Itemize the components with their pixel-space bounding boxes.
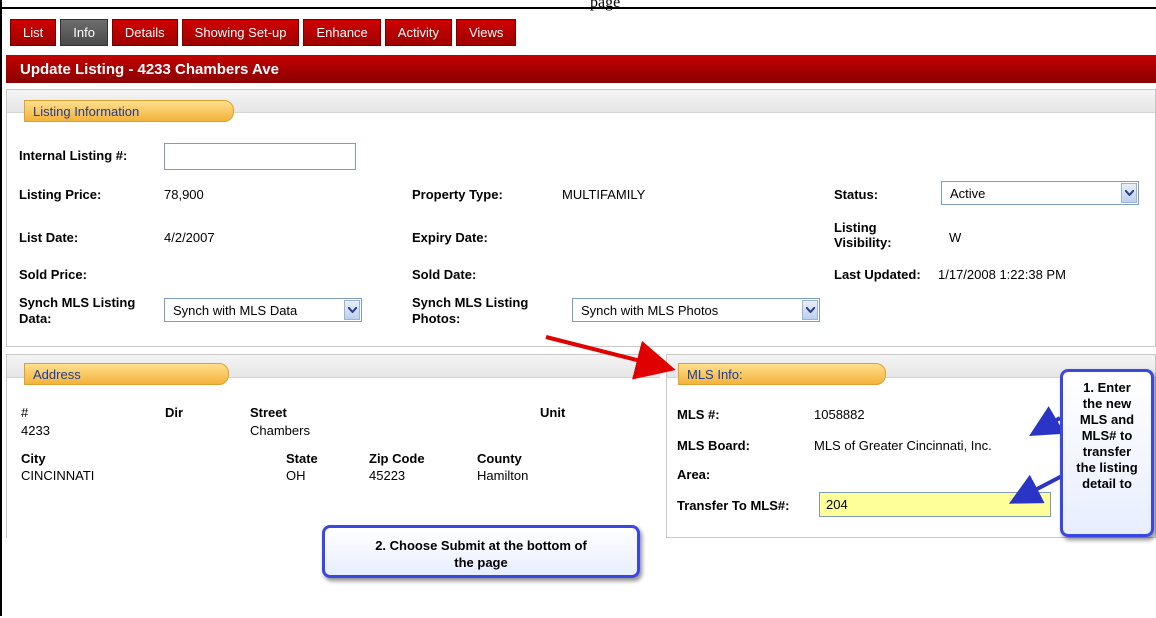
listing-info-panel: Listing Information Internal Listing #: …	[6, 89, 1156, 347]
mls-num-label: MLS #:	[677, 407, 720, 422]
synch-data-select[interactable]: Synch with MLS Data	[164, 298, 362, 322]
synch-photos-value: Synch with MLS Photos	[581, 302, 719, 318]
zip-value: 45223	[369, 468, 406, 483]
dropdown-arrow-icon[interactable]	[802, 300, 818, 320]
city-label: City	[21, 451, 46, 466]
listing-visibility-value: W	[949, 230, 962, 245]
mls-board-label: MLS Board:	[677, 438, 750, 453]
tab-details[interactable]: Details	[111, 19, 178, 46]
tab-enhance[interactable]: Enhance	[303, 19, 381, 46]
property-type-value: MULTIFAMILY	[562, 187, 646, 202]
callout-two-line1: 2. Choose Submit at the bottom of	[375, 538, 587, 553]
city-value: CINCINNATI	[21, 468, 95, 483]
unit-label: Unit	[540, 405, 566, 420]
page-title: Update Listing - 4233 Chambers Ave	[6, 55, 1156, 83]
sold-date-label: Sold Date:	[412, 267, 477, 282]
callout-one-line: 1. Enter	[1083, 380, 1131, 395]
status-label: Status:	[834, 187, 879, 202]
street-value: Chambers	[250, 423, 310, 438]
num-label: #	[21, 405, 29, 420]
callout-one-line: MLS and	[1079, 412, 1135, 427]
listing-visibility-label-line1: Listing	[834, 220, 877, 235]
listing-price-value: 78,900	[164, 187, 204, 202]
nav-tabs: List Info Details Showing Set-up Enhance…	[10, 19, 517, 46]
mls-info-section-tab: MLS Info:	[678, 363, 886, 385]
callout-enter-mls: 1. Enter the new MLS and MLS# to transfe…	[1060, 369, 1154, 537]
listing-info-section-tab: Listing Information	[24, 100, 234, 122]
state-label: State	[286, 451, 318, 466]
area-label: Area:	[677, 467, 711, 482]
num-value: 4233	[21, 423, 50, 438]
mls-num-value: 1058882	[814, 407, 865, 422]
status-select[interactable]: Active	[941, 181, 1139, 205]
county-value: Hamilton	[477, 468, 529, 483]
synch-photos-label-line1: Synch MLS Listing	[412, 295, 529, 310]
page-top-border	[0, 7, 1156, 9]
callout-choose-submit: 2. Choose Submit at the bottom of the pa…	[322, 525, 640, 578]
zip-label: Zip Code	[369, 451, 425, 466]
list-date-value: 4/2/2007	[164, 230, 215, 245]
county-label: County	[477, 451, 522, 466]
callout-two-line2: the page	[454, 555, 508, 570]
callout-one-line: detail to	[1082, 476, 1132, 491]
tab-info[interactable]: Info	[60, 19, 108, 46]
synch-photos-label-line2: Photos:	[412, 311, 461, 326]
transfer-mls-input[interactable]	[819, 492, 1051, 517]
expiry-date-label: Expiry Date:	[412, 230, 488, 245]
list-date-label: List Date:	[19, 230, 79, 245]
callout-one-line: transfer	[1082, 444, 1132, 459]
synch-data-label-line1: Synch MLS Listing	[19, 295, 136, 310]
last-updated-value: 1/17/2008 1:22:38 PM	[938, 267, 1066, 282]
listing-visibility-label-line2: Visibility:	[834, 235, 892, 250]
callout-one-line: MLS# to	[1081, 428, 1133, 443]
transfer-mls-label: Transfer To MLS#:	[677, 498, 790, 513]
dropdown-arrow-icon[interactable]	[344, 300, 360, 320]
tab-activity[interactable]: Activity	[384, 19, 452, 46]
mls-board-value: MLS of Greater Cincinnati, Inc.	[814, 438, 992, 453]
tab-showing-setup[interactable]: Showing Set-up	[181, 19, 300, 46]
street-label: Street	[250, 405, 287, 420]
last-updated-label: Last Updated:	[834, 267, 921, 282]
internal-listing-input[interactable]	[164, 143, 356, 170]
listing-price-label: Listing Price:	[19, 187, 102, 202]
tab-views[interactable]: Views	[455, 19, 517, 46]
internal-listing-label: Internal Listing #:	[19, 148, 128, 163]
address-panel: Address # 4233 Dir Street Chambers Unit …	[6, 354, 660, 538]
synch-photos-select[interactable]: Synch with MLS Photos	[572, 298, 820, 322]
address-section-tab: Address	[24, 363, 229, 385]
sold-price-label: Sold Price:	[19, 267, 87, 282]
callout-one-line: the new	[1082, 396, 1132, 411]
stray-page-text: page	[590, 0, 621, 11]
property-type-label: Property Type:	[412, 187, 503, 202]
callout-one-line: the listing	[1076, 460, 1138, 475]
state-value: OH	[286, 468, 306, 483]
dir-label: Dir	[165, 405, 184, 420]
dropdown-arrow-icon[interactable]	[1121, 183, 1137, 203]
status-value: Active	[950, 185, 986, 201]
synch-data-label-line2: Data:	[19, 311, 52, 326]
tab-list[interactable]: List	[10, 19, 57, 46]
synch-data-value: Synch with MLS Data	[173, 302, 298, 318]
